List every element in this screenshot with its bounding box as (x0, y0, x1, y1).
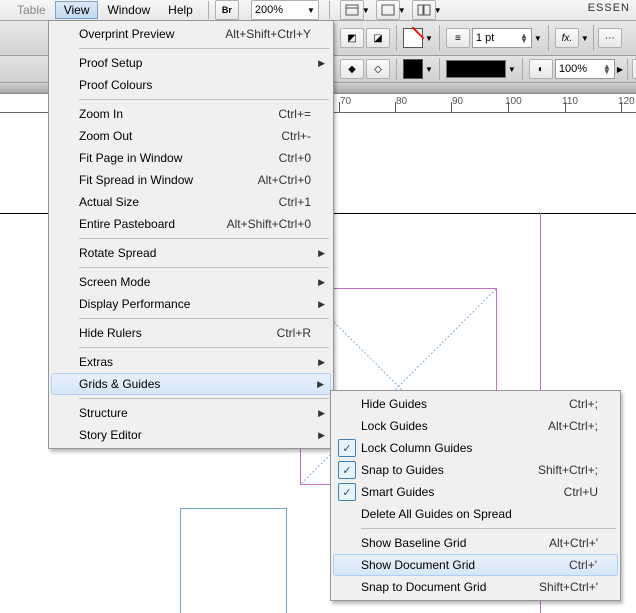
tb-icon-1[interactable]: ◩ (340, 28, 364, 48)
mi-smart-guides[interactable]: ✓Smart GuidesCtrl+U (333, 481, 618, 503)
check-icon: ✓ (338, 439, 356, 457)
mi-show-baseline-grid[interactable]: Show Baseline GridAlt+Ctrl+' (333, 532, 618, 554)
submenu-arrow-icon: ▶ (318, 408, 325, 419)
mi-snap-to-guides[interactable]: ✓Snap to GuidesShift+Ctrl+; (333, 459, 618, 481)
screen-mode-button[interactable] (376, 0, 400, 20)
submenu-arrow-icon: ▶ (318, 248, 325, 259)
submenu-arrow-icon: ▶ (318, 277, 325, 288)
submenu-arrow-icon: ▶ (318, 430, 325, 441)
mi-story-editor[interactable]: Story Editor▶ (51, 424, 331, 446)
menu-view[interactable]: View (55, 1, 99, 19)
mi-show-document-grid[interactable]: Show Document GridCtrl+' (333, 554, 618, 576)
mi-display-performance[interactable]: Display Performance▶ (51, 293, 331, 315)
mi-hide-rulers[interactable]: Hide RulersCtrl+R (51, 322, 331, 344)
text-frame[interactable] (180, 508, 287, 613)
mi-zoom-out[interactable]: Zoom OutCtrl+- (51, 125, 331, 147)
bridge-button[interactable]: Br (215, 0, 239, 20)
mi-proof-setup[interactable]: Proof Setup▶ (51, 52, 331, 74)
fill-none-icon[interactable] (403, 28, 423, 48)
opacity-icon[interactable]: ◐ (529, 59, 553, 79)
mi-lock-guides[interactable]: Lock GuidesAlt+Ctrl+; (333, 415, 618, 437)
menu-table[interactable]: Table (8, 1, 55, 19)
tb-icon-4[interactable]: ◇ (366, 59, 390, 79)
stroke-weight-field[interactable]: 1 pt▲▼ (472, 28, 532, 48)
mi-proof-colours[interactable]: Proof Colours (51, 74, 331, 96)
mi-entire-pasteboard[interactable]: Entire PasteboardAlt+Shift+Ctrl+0 (51, 213, 331, 235)
submenu-arrow-icon: ▶ (317, 379, 324, 390)
mi-actual-size[interactable]: Actual SizeCtrl+1 (51, 191, 331, 213)
mi-hide-guides[interactable]: Hide GuidesCtrl+; (333, 393, 618, 415)
check-icon: ✓ (338, 461, 356, 479)
grids-guides-submenu: Hide GuidesCtrl+; Lock GuidesAlt+Ctrl+; … (330, 390, 621, 601)
check-icon: ✓ (338, 483, 356, 501)
submenu-arrow-icon: ▶ (318, 58, 325, 69)
mi-snap-document-grid[interactable]: Snap to Document GridShift+Ctrl+' (333, 576, 618, 598)
stroke-style[interactable] (446, 60, 506, 78)
zoom-level[interactable]: 200%▼ (251, 0, 319, 20)
view-menu: Overprint PreviewAlt+Shift+Ctrl+Y Proof … (48, 20, 334, 449)
tb-icon-3[interactable]: ◆ (340, 59, 364, 79)
stroke-swatch[interactable] (403, 59, 423, 79)
opts-button[interactable]: ⋯ (598, 28, 622, 48)
more-button[interactable]: ▤ (632, 59, 636, 79)
submenu-arrow-icon: ▶ (318, 357, 325, 368)
chevron-down-icon: ▼ (307, 6, 315, 15)
mi-screen-mode[interactable]: Screen Mode▶ (51, 271, 331, 293)
mi-extras[interactable]: Extras▶ (51, 351, 331, 373)
mi-structure[interactable]: Structure▶ (51, 402, 331, 424)
mi-fit-page[interactable]: Fit Page in WindowCtrl+0 (51, 147, 331, 169)
fx-button[interactable]: fx. (555, 28, 579, 48)
mi-zoom-in[interactable]: Zoom InCtrl+= (51, 103, 331, 125)
mi-delete-all-guides[interactable]: Delete All Guides on Spread (333, 503, 618, 525)
view-options-button[interactable] (340, 0, 364, 20)
stroke-weight-icon[interactable]: ≡ (446, 28, 470, 48)
mi-overprint-preview[interactable]: Overprint PreviewAlt+Shift+Ctrl+Y (51, 23, 331, 45)
menubar: Table View Window Help Br 200%▼ ▼ ▼ ▼ ES… (0, 0, 636, 21)
opacity-field[interactable]: 100%▲▼ (555, 59, 615, 79)
mi-grids-guides[interactable]: Grids & Guides▶ (51, 373, 331, 395)
menu-help[interactable]: Help (159, 1, 202, 19)
menu-window[interactable]: Window (98, 1, 159, 19)
arrange-button[interactable] (412, 0, 436, 20)
workspace-label[interactable]: ESSEN (588, 2, 630, 14)
mi-lock-column-guides[interactable]: ✓Lock Column Guides (333, 437, 618, 459)
tb-icon-2[interactable]: ◪ (366, 28, 390, 48)
mi-rotate-spread[interactable]: Rotate Spread▶ (51, 242, 331, 264)
mi-fit-spread[interactable]: Fit Spread in WindowAlt+Ctrl+0 (51, 169, 331, 191)
submenu-arrow-icon: ▶ (318, 299, 325, 310)
